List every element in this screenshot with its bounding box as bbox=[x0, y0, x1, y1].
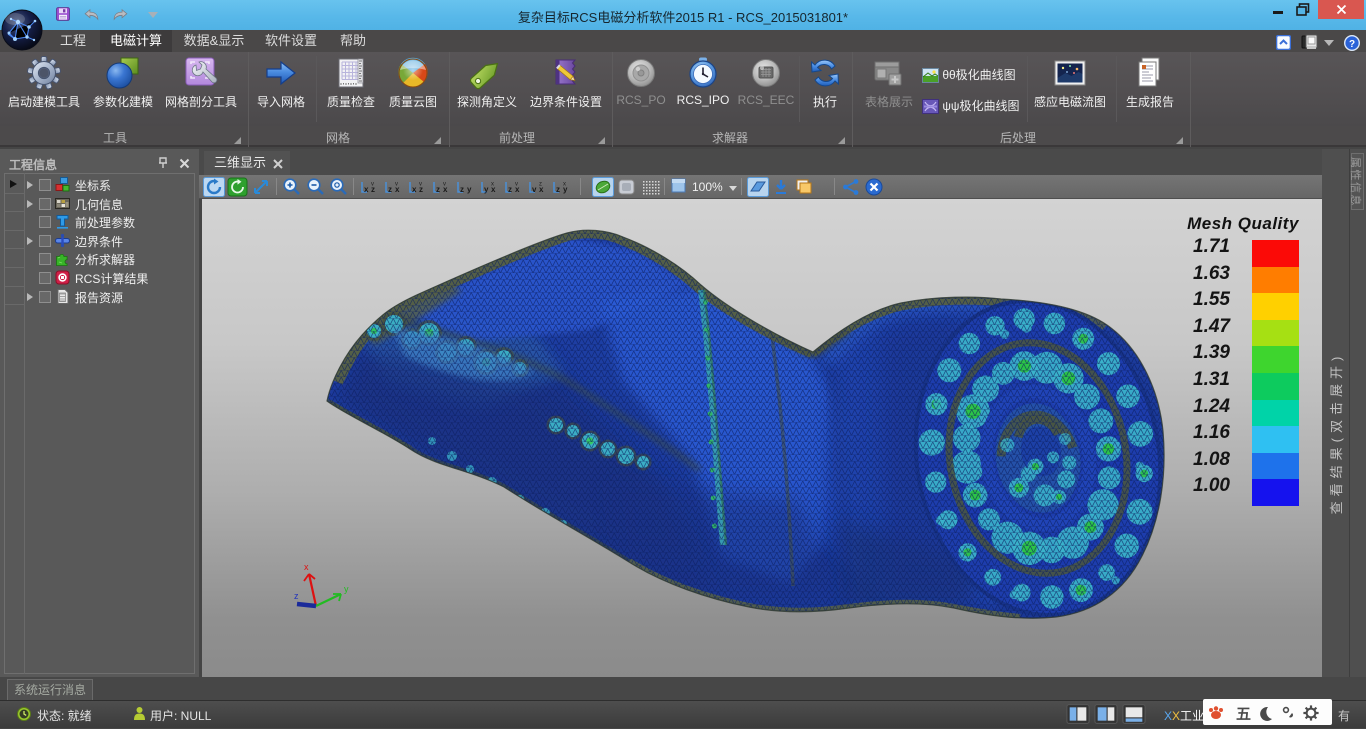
svg-text:y: y bbox=[484, 185, 489, 194]
svg-text:x: x bbox=[412, 185, 417, 194]
svg-text:x: x bbox=[491, 182, 494, 188]
svg-text:v: v bbox=[515, 182, 518, 188]
svg-text:x: x bbox=[304, 562, 309, 572]
svg-text:?: ? bbox=[1349, 39, 1355, 50]
svg-text:v: v bbox=[532, 185, 537, 194]
svg-text:x: x bbox=[364, 185, 369, 194]
svg-text:z: z bbox=[294, 591, 299, 601]
svg-text:z: z bbox=[508, 185, 512, 194]
svg-text:z: z bbox=[539, 182, 542, 188]
svg-text:y: y bbox=[344, 584, 349, 594]
svg-text:v: v bbox=[419, 182, 422, 188]
svg-text:v: v bbox=[371, 182, 374, 188]
svg-text:y: y bbox=[467, 185, 472, 194]
svg-text:x: x bbox=[563, 182, 566, 188]
svg-text:z: z bbox=[460, 185, 464, 194]
svg-text:z: z bbox=[388, 185, 392, 194]
svg-text:v: v bbox=[443, 182, 446, 188]
svg-text:z: z bbox=[436, 185, 440, 194]
svg-text:五: 五 bbox=[1236, 706, 1251, 723]
svg-text:v: v bbox=[395, 182, 398, 188]
svg-text:z: z bbox=[556, 185, 560, 194]
